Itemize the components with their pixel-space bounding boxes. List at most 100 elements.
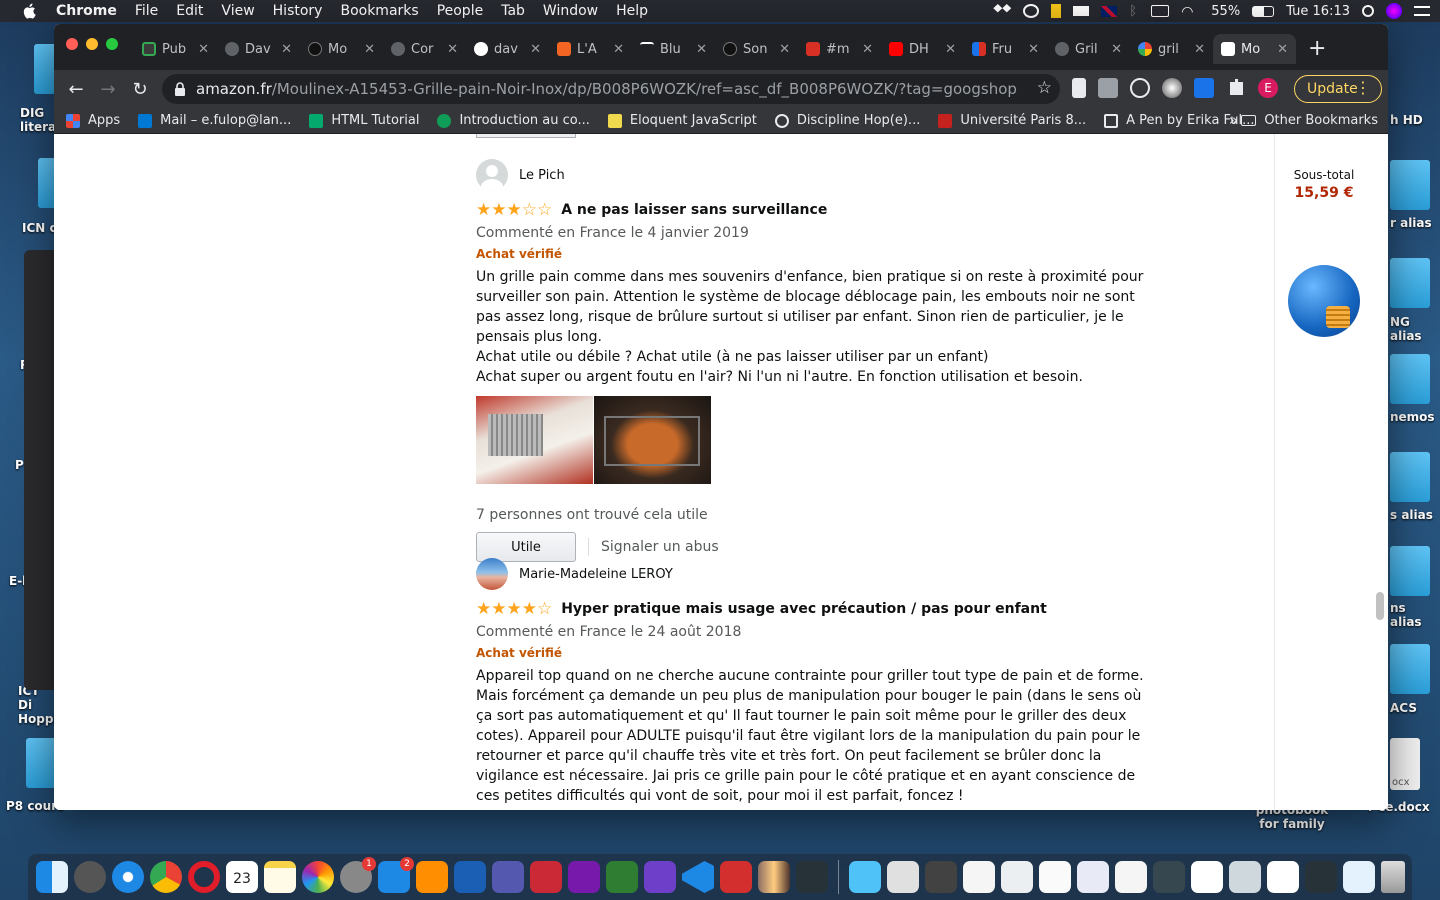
review-title[interactable]: Hyper pratique mais usage avec précautio… [561,601,1047,617]
menubar-tab[interactable]: Tab [501,3,525,19]
desktop-folder-icon[interactable] [1390,258,1430,308]
reviewer-name[interactable]: Marie-Madeleine LEROY [519,567,673,582]
minimized-window-thumbnail[interactable] [1229,861,1261,893]
minimized-window-thumbnail[interactable] [925,861,957,893]
desktop-label[interactable]: ns alias [1390,601,1440,629]
minimized-window-thumbnail[interactable] [1153,861,1185,893]
tab[interactable]: Pub ✕ [134,34,217,64]
bookmark-introduction[interactable]: Introduction au co... [437,113,590,128]
minimized-window-thumbnail[interactable] [1039,861,1071,893]
minimized-window-thumbnail[interactable] [1343,861,1375,893]
desktop-label[interactable]: P [15,458,24,472]
close-tab-icon[interactable]: ✕ [696,42,707,57]
report-abuse-link[interactable]: Signaler un abus [601,539,719,555]
back-button[interactable]: ← [60,73,92,105]
notes-icon[interactable] [264,861,296,893]
bookmark-apps[interactable]: Apps [66,113,120,128]
norton-icon[interactable] [1051,4,1062,18]
close-tab-icon[interactable]: ✕ [281,42,292,57]
extensions-puzzle-icon[interactable] [1230,79,1243,95]
desktop-folder-icon[interactable] [1390,354,1430,404]
tab-active[interactable]: Mo ✕ [1213,34,1296,64]
bookmark-universite[interactable]: Université Paris 8... [938,113,1086,128]
desktop-label[interactable]: nemos [1390,410,1435,424]
close-tab-icon[interactable]: ✕ [364,42,375,57]
close-tab-icon[interactable]: ✕ [1028,42,1039,57]
forward-button[interactable]: → [92,73,124,105]
kindle-icon[interactable] [796,861,828,893]
menubar-file[interactable]: File [135,3,158,19]
scrollbar-thumb[interactable] [1376,592,1384,620]
downloads-stack-icon[interactable] [849,861,881,893]
system-preferences-icon[interactable]: 1 [340,857,376,893]
bookmarks-overflow-button[interactable]: » [1229,111,1238,129]
close-window-button[interactable] [66,38,78,50]
close-tab-icon[interactable]: ✕ [1277,42,1288,57]
desktop-label[interactable]: NG alias [1390,315,1440,343]
menubar-people[interactable]: People [437,3,484,19]
bookmark-discipline[interactable]: Discipline Hop(e)... [774,113,920,128]
github-desktop-icon[interactable] [644,861,676,893]
tab[interactable]: #m ✕ [798,34,881,64]
minimized-window-thumbnail[interactable] [887,861,919,893]
reload-button[interactable]: ↻ [124,73,156,105]
opera-icon[interactable] [188,861,220,893]
close-tab-icon[interactable]: ✕ [530,42,541,57]
minimized-window-thumbnail[interactable] [1115,861,1147,893]
bluetooth-icon[interactable]: ᛒ [1129,4,1139,19]
verified-purchase-badge[interactable]: Achat vérifié [476,646,1156,660]
close-tab-icon[interactable]: ✕ [613,42,624,57]
wifi-icon[interactable]: ◠ [1181,4,1199,20]
dashlane-extension-icon[interactable] [1194,78,1214,98]
desktop-label[interactable]: DIG literat [20,106,62,134]
close-tab-icon[interactable]: ✕ [447,42,458,57]
onenote-icon[interactable] [568,861,600,893]
review-title[interactable]: A ne pas laisser sans surveillance [561,202,827,218]
menubar-history[interactable]: History [273,3,323,19]
tab[interactable]: L'A ✕ [549,34,632,64]
chrome-icon[interactable] [150,861,182,893]
minimized-window-thumbnail[interactable] [1001,861,1033,893]
app-store-icon[interactable]: 2 [378,857,414,893]
launchpad-icon[interactable] [74,861,106,893]
star-rating[interactable]: ★★★★☆ [476,600,552,618]
minimized-window-thumbnail[interactable] [1305,861,1337,893]
dropbox-icon[interactable] [993,4,1012,13]
desktop-label[interactable]: ICT Di Hoppi [18,684,58,726]
safari-icon[interactable] [112,861,144,893]
close-tab-icon[interactable]: ✕ [1111,42,1122,57]
maximize-window-button[interactable] [106,38,118,50]
tab[interactable]: Mo ✕ [300,34,383,64]
desktop-label[interactable]: ICN c [22,221,57,235]
document-extension-icon[interactable] [1072,78,1086,98]
photos-icon[interactable] [302,861,334,893]
books-icon[interactable] [416,861,448,893]
word-icon[interactable] [454,861,486,893]
menubar-app-name[interactable]: Chrome [56,3,117,19]
tab[interactable]: Gril ✕ [1047,34,1130,64]
notification-center-icon[interactable] [1414,6,1430,16]
finder-icon[interactable] [36,861,68,893]
desktop-label[interactable]: ACS [1390,701,1417,715]
cut-off-button[interactable] [476,134,576,138]
tab[interactable]: Blu ✕ [632,34,715,64]
update-button[interactable]: Update ⋮ [1294,75,1382,103]
bookmark-html-tutorial[interactable]: HTML Tutorial [309,113,419,128]
trash-icon[interactable] [1381,861,1405,893]
menubar-edit[interactable]: Edit [176,3,203,19]
keyboard-icon[interactable] [1151,5,1170,17]
review-photo-toaster-box[interactable] [476,396,593,484]
tab[interactable]: Dav ✕ [217,34,300,64]
bookmark-mail[interactable]: Mail – e.fulop@lan... [138,113,291,128]
tab[interactable]: Cor ✕ [383,34,466,64]
extension-icon[interactable] [1162,78,1182,98]
acrobat-icon[interactable] [720,861,752,893]
tab[interactable]: DH ✕ [881,34,964,64]
menubar-help[interactable]: Help [616,3,648,19]
review-photo-toasting-bread[interactable] [594,396,711,484]
spotlight-search-icon[interactable] [1362,5,1374,17]
tab[interactable]: Son ✕ [715,34,798,64]
verified-purchase-badge[interactable]: Achat vérifié [476,247,1156,261]
library-app-icon[interactable] [758,861,790,893]
tab[interactable]: Fru ✕ [964,34,1047,64]
